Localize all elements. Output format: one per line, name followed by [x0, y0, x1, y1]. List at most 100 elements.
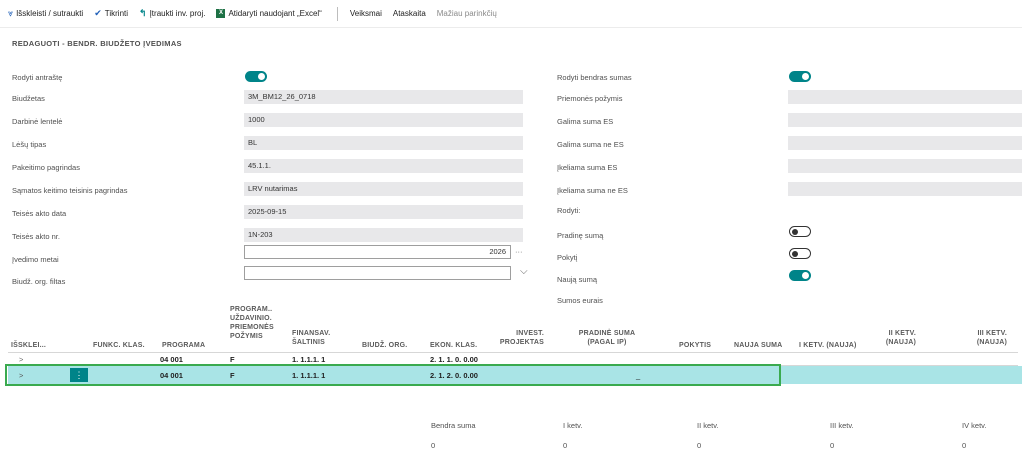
act-no-label: Teisės akto nr. — [12, 232, 60, 241]
action-bar: ⩔ Išskleisti / sutraukti ✔ Tikrinti ↰ Įt… — [0, 0, 1022, 28]
worksheet-label: Darbinė lentelė — [12, 117, 63, 126]
check-button[interactable]: ✔ Tikrinti — [94, 8, 128, 19]
header-divider — [8, 352, 1018, 353]
change-toggle[interactable] — [789, 248, 811, 259]
q1-total-label: I ketv. — [563, 421, 583, 430]
budget-label: Biudžetas — [12, 94, 45, 103]
q2-total-value: 0 — [697, 441, 702, 450]
estimate-legal-basis-label: Sąmatos keitimo teisinis pagrindas — [12, 186, 128, 195]
row-highlight-outline — [5, 364, 781, 386]
initial-amount-label: Pradinę sumą — [557, 231, 604, 240]
show-totals-label: Rodyti bendras sumas — [557, 73, 632, 82]
entry-year-label: Įvedimo metai — [12, 255, 59, 264]
col-invest-line2: PROJEKTAS — [499, 339, 544, 346]
insert-es-label: Įkeliama suma ES — [557, 163, 618, 172]
col-econ-class[interactable]: EKON. KLAS. — [430, 341, 477, 350]
col-source-line1: FINANSAV. — [292, 330, 331, 337]
q4-total-value: 0 — [962, 441, 967, 450]
change-label: Pokytį — [557, 253, 578, 262]
row-source: 1. 1.1.1. 1 — [292, 355, 326, 364]
org-filter-label: Biudž. org. filtas — [12, 277, 66, 286]
estimate-legal-basis-field: LRV nutarimas — [244, 182, 523, 196]
avail-non-es-field — [788, 136, 1022, 150]
measure-attr-label: Priemonės požymis — [557, 94, 623, 103]
budget-field: 3M_BM12_26_0718 — [244, 90, 523, 104]
col-q3-line2: (NAUJA) — [976, 339, 1007, 346]
col-q2-new[interactable]: II KETV. (NAUJA) — [866, 329, 916, 347]
insert-inv-project-button[interactable]: ↰ Įtraukti inv. proj. — [139, 8, 205, 19]
col-measure[interactable]: PROGRAM.. UŽDAVINIO. PRIEMONĖS POŽYMIS — [230, 305, 274, 341]
change-basis-label: Pakeitimo pagrindas — [12, 163, 80, 172]
q3-total-value: 0 — [830, 441, 835, 450]
show-header-label: Rodyti antraštę — [12, 73, 63, 82]
checkmark-icon: ✔ — [94, 8, 102, 18]
row-econ: 2. 1. 1. 0. 0.00 — [430, 355, 478, 364]
col-q3-new[interactable]: III KETV. (NAUJA) — [955, 329, 1007, 347]
col-source-line2: ŠALTINIS — [292, 339, 325, 346]
col-measure-line1: PROGRAM.. — [230, 306, 273, 313]
col-measure-line3: PRIEMONĖS — [230, 324, 274, 331]
amounts-eur-label: Sumos eurais — [557, 296, 603, 305]
avail-non-es-label: Galima suma ne ES — [557, 140, 624, 149]
row-program: 04 001 — [160, 355, 183, 364]
col-invest-project[interactable]: INVEST. PROJEKTAS — [496, 329, 544, 347]
show-section-label: Rodyti: — [557, 206, 581, 215]
page-title: REDAGUOTI - BENDR. BIUDŽETO ĮVEDIMAS — [12, 39, 182, 48]
insert-es-field — [788, 159, 1022, 173]
total-amount-label: Bendra suma — [431, 421, 476, 430]
org-filter-input[interactable] — [244, 266, 511, 280]
col-program[interactable]: PROGRAMA — [162, 341, 205, 350]
col-measure-line4: POŽYMIS — [230, 333, 263, 340]
report-menu[interactable]: Ataskaita — [393, 9, 426, 18]
insert-icon: ↰ — [139, 8, 147, 18]
show-totals-toggle[interactable] — [789, 71, 811, 82]
col-new-amount[interactable]: NAUJA SUMA — [734, 341, 782, 350]
act-date-field: 2025-09-15 — [244, 205, 523, 219]
measure-attr-field — [788, 90, 1022, 104]
col-source[interactable]: FINANSAV. ŠALTINIS — [292, 329, 330, 347]
toolbar-divider — [336, 6, 338, 21]
fewer-options-button[interactable]: Mažiau parinkčių — [437, 9, 497, 18]
act-date-label: Teisės akto data — [12, 209, 67, 218]
col-q2-line1: II KETV. — [888, 330, 916, 337]
worksheet-field: 1000 — [244, 113, 523, 127]
excel-icon: X — [216, 9, 226, 18]
avail-es-field — [788, 113, 1022, 127]
actions-menu[interactable]: Veiksmai — [350, 9, 382, 18]
new-amount-toggle[interactable] — [789, 270, 811, 281]
total-amount-value: 0 — [431, 441, 436, 450]
q4-total-label: IV ketv. — [962, 421, 987, 430]
funds-type-label: Lėšų tipas — [12, 140, 47, 149]
initial-amount-toggle[interactable] — [789, 226, 811, 237]
expand-icon: ⩔ — [8, 8, 14, 18]
q2-total-label: II ketv. — [697, 421, 719, 430]
col-expand[interactable]: IŠSKLEI... — [11, 341, 46, 350]
avail-es-label: Galima suma ES — [557, 117, 614, 126]
expand-collapse-button[interactable]: ⩔ Išskleisti / sutraukti — [8, 8, 83, 19]
show-header-toggle[interactable] — [245, 71, 267, 82]
insert-non-es-label: Įkeliama suma ne ES — [557, 186, 628, 195]
col-initial-amount[interactable]: PRADINĖ SUMA (PAGAL IP) — [566, 329, 648, 347]
q3-total-label: III ketv. — [830, 421, 854, 430]
col-measure-line2: UŽDAVINIO. — [230, 315, 272, 322]
entry-year-input[interactable]: 2026 — [244, 245, 511, 259]
year-lookup-button[interactable]: ··· — [515, 247, 523, 256]
col-change[interactable]: POKYTIS — [679, 341, 711, 350]
col-q3-line1: III KETV. — [977, 330, 1007, 337]
row-expand-toggle[interactable]: > — [19, 355, 23, 364]
row-measure: F — [230, 355, 235, 364]
col-q1-new[interactable]: I KETV. (NAUJA) — [799, 341, 857, 350]
open-in-excel-button[interactable]: X Atidaryti naudojant „Excel“ — [216, 9, 322, 18]
col-initial-line2: (PAGAL IP) — [587, 339, 627, 346]
act-no-field: 1N-203 — [244, 228, 523, 242]
change-basis-field: 45.1.1. — [244, 159, 523, 173]
col-org[interactable]: BIUDŽ. ORG. — [362, 341, 407, 350]
q1-total-value: 0 — [563, 441, 568, 450]
col-initial-line1: PRADINĖ SUMA — [578, 330, 636, 337]
org-filter-dropdown-icon[interactable]: ⌵ — [520, 266, 528, 277]
funds-type-field: BL — [244, 136, 523, 150]
col-func-class[interactable]: FUNKC. KLAS. — [93, 341, 145, 350]
col-invest-line1: INVEST. — [516, 330, 544, 337]
new-amount-label: Naują sumą — [557, 275, 598, 284]
col-q2-line2: (NAUJA) — [885, 339, 916, 346]
